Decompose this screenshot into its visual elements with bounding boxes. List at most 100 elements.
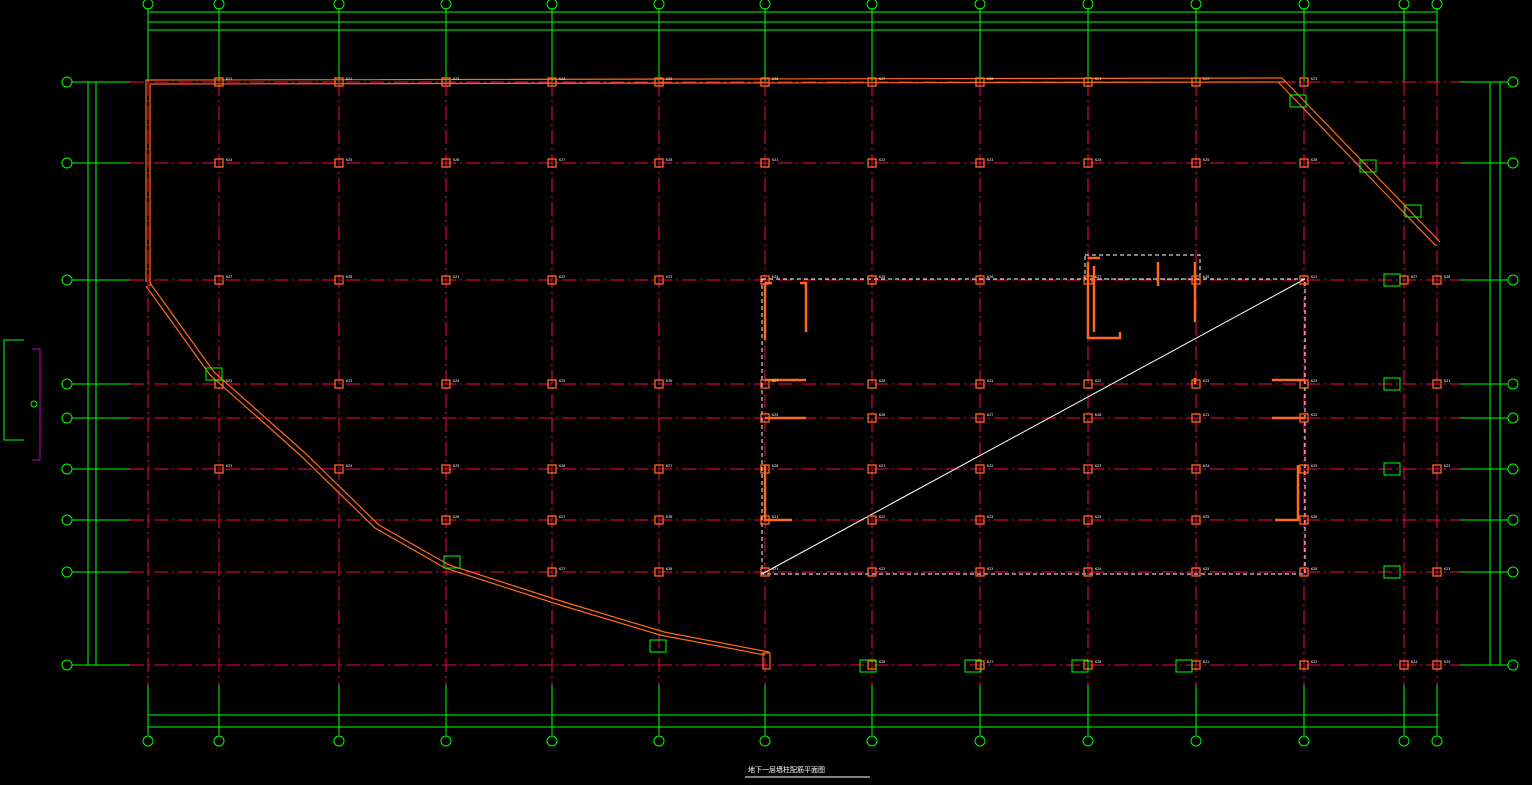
column-label: KZ5 xyxy=(1203,515,1209,519)
column-label: KZ8 xyxy=(1095,660,1101,664)
axis-bubble xyxy=(1190,735,1202,747)
column-label: KZ2 xyxy=(226,379,232,383)
column-label: KZ6 xyxy=(879,660,885,664)
column-label: KZ7 xyxy=(559,567,565,571)
column-label: KZ4 xyxy=(1095,567,1101,571)
axis-bubble xyxy=(61,566,73,578)
column-label: KZ6 xyxy=(559,464,565,468)
column-label: KZ1 xyxy=(453,275,459,279)
wall-north xyxy=(145,77,1283,282)
column-label: KZ5 xyxy=(453,464,459,468)
column-label: KZ3 xyxy=(1444,567,1450,571)
column-label: KZ1 xyxy=(1203,660,1209,664)
axis-bubble xyxy=(866,0,878,10)
column-label: KZ7 xyxy=(226,275,232,279)
opening-notch xyxy=(1084,254,1201,280)
column-label: KZ8 xyxy=(666,515,672,519)
axis-bubble xyxy=(61,659,73,671)
column-label: KZ2 xyxy=(879,158,885,162)
column-label: KZ2 xyxy=(1444,464,1450,468)
column-label: KZ4 xyxy=(772,275,778,279)
column-label: KZ2 xyxy=(346,77,352,81)
column-label: KZ8 xyxy=(772,464,778,468)
detail-box xyxy=(649,639,667,653)
column-label: KZ3 xyxy=(1095,464,1101,468)
column-label: KZ2 xyxy=(987,464,993,468)
column-label: KZ1 xyxy=(1203,413,1209,417)
column-label: KZ6 xyxy=(1311,158,1317,162)
column-label: KZ8 xyxy=(666,567,672,571)
axis-bubble xyxy=(1398,735,1410,747)
column-label: KZ5 xyxy=(1203,567,1209,571)
axis-bubble xyxy=(1507,76,1519,88)
core-wall-segment xyxy=(800,281,808,332)
dimension-lines xyxy=(84,8,1504,731)
column-label: KZ1 xyxy=(1444,379,1450,383)
axis-bubble xyxy=(1507,378,1519,390)
axis-bubble xyxy=(61,274,73,286)
column-label: KZ2 xyxy=(1095,379,1101,383)
axis-bubble xyxy=(61,378,73,390)
axis-bubble xyxy=(1507,274,1519,286)
column-label: KZ3 xyxy=(666,275,672,279)
axis-bubble xyxy=(333,0,345,10)
column-label: KZ7 xyxy=(879,77,885,81)
column-label: KZ7 xyxy=(666,464,672,468)
floor-plan-drawing: KZ1 KZ2 KZ3 KZ4 KZ5 KZ6 KZ7 KZ8 KZ1 KZ2 KZ3 KZ4 KZ5 K… xyxy=(3,0,1519,778)
column-label: KZ7 xyxy=(1411,275,1417,279)
column-label: KZ3 xyxy=(346,379,352,383)
column-label: KZ5 xyxy=(346,158,352,162)
column-label: KZ3 xyxy=(226,464,232,468)
axis-bubble xyxy=(974,0,986,10)
axis-bubble xyxy=(1190,0,1202,10)
columns: KZ1 KZ2 KZ3 KZ4 KZ5 KZ6 KZ7 KZ8 KZ1 KZ2 KZ3 KZ4 KZ5 K… xyxy=(214,77,1450,670)
column-label: KZ2 xyxy=(879,567,885,571)
column-label: KZ1 xyxy=(1095,77,1101,81)
axis-bubble xyxy=(1082,0,1094,10)
axis-bubble xyxy=(1298,0,1310,10)
column-label: KZ4 xyxy=(559,77,565,81)
opening-diagonal xyxy=(761,278,1306,575)
column-label: KZ7 xyxy=(987,413,993,417)
axis-bubble xyxy=(1507,514,1519,526)
axis-bubble xyxy=(1431,735,1443,747)
column-label: KZ4 xyxy=(1411,660,1417,664)
column-label: KZ1 xyxy=(226,77,232,81)
axis-bubble xyxy=(866,735,878,747)
column-label: KZ4 xyxy=(1203,464,1209,468)
column-label: KZ8 xyxy=(666,158,672,162)
section-marker-bubble xyxy=(30,400,38,408)
column-label: KZ6 xyxy=(453,515,459,519)
column-label: KZ4 xyxy=(226,158,232,162)
column-label: KZ3 xyxy=(1311,77,1317,81)
axis-bubble xyxy=(61,412,73,424)
drawing-title: 地下一层墙柱配筋平面图 xyxy=(748,765,825,774)
axis-bubble xyxy=(1507,463,1519,475)
cad-drawing-canvas[interactable]: KZ1 KZ2 KZ3 KZ4 KZ5 KZ6 KZ7 KZ8 KZ1 KZ2 KZ3 KZ4 KZ5 K… xyxy=(0,0,1532,785)
core-wall-segment xyxy=(1275,465,1300,522)
column-label: KZ8 xyxy=(1203,275,1209,279)
wall-southwest-curve xyxy=(149,282,770,653)
column-label: KZ6 xyxy=(1311,515,1317,519)
detail-box xyxy=(964,659,982,673)
column-label: KZ3 xyxy=(987,567,993,571)
section-marker xyxy=(3,339,24,441)
column-label: KZ1 xyxy=(772,158,778,162)
axis-bubble xyxy=(1507,566,1519,578)
column-label: KZ6 xyxy=(772,77,778,81)
column-label: KZ4 xyxy=(1095,158,1101,162)
axis-bubble xyxy=(61,514,73,526)
column-label: KZ6 xyxy=(666,379,672,383)
column-label: KZ4 xyxy=(346,464,352,468)
axis-bubble xyxy=(1507,412,1519,424)
axis-bubble xyxy=(974,735,986,747)
column-label: KZ5 xyxy=(559,379,565,383)
detail-box xyxy=(1404,204,1422,218)
axis-bubble xyxy=(653,0,665,10)
column-label: KZ2 xyxy=(879,515,885,519)
axis-bubble xyxy=(61,157,73,169)
axis-bubble xyxy=(1398,0,1410,10)
column-label: KZ1 xyxy=(772,515,778,519)
column-label: KZ3 xyxy=(987,515,993,519)
axis-bubble xyxy=(142,735,154,747)
